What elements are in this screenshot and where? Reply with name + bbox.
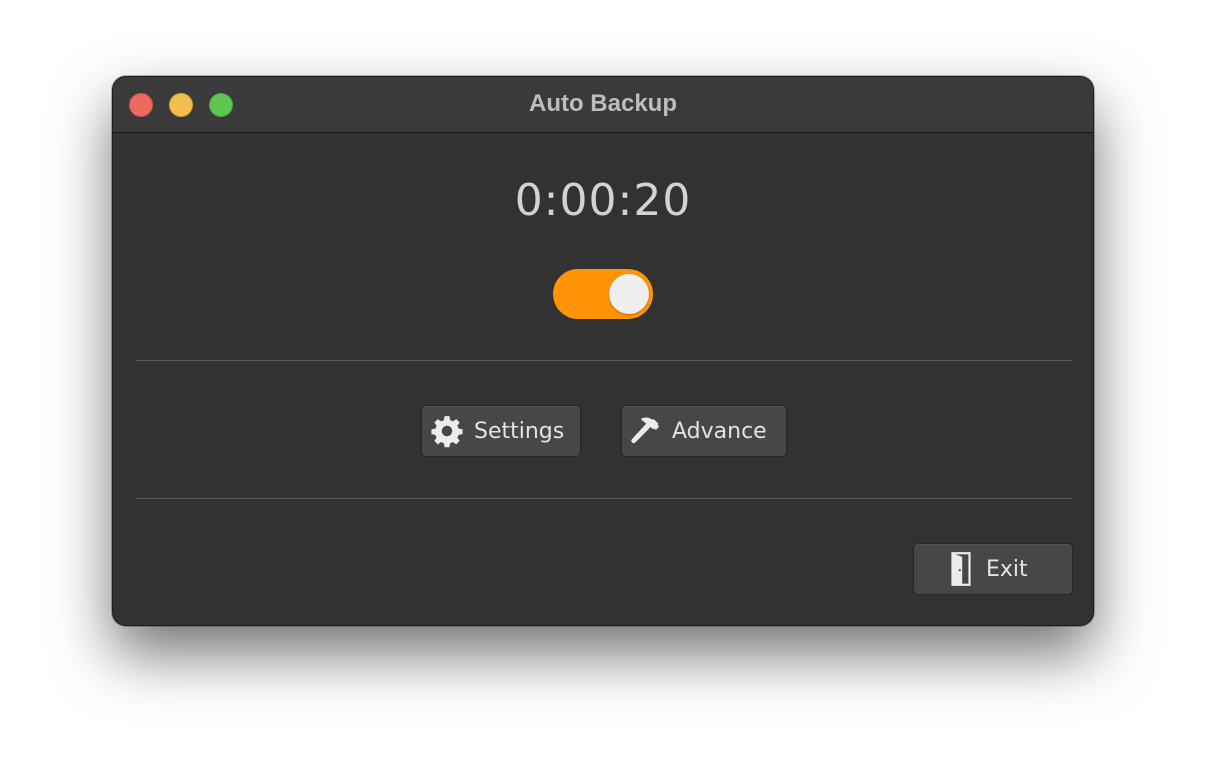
divider-top [135, 360, 1073, 361]
divider-bottom [135, 498, 1073, 499]
advance-button-label: Advance [672, 418, 767, 444]
exit-button[interactable]: Exit [913, 543, 1073, 595]
settings-button-label: Settings [474, 418, 565, 444]
toggle-knob [609, 274, 649, 314]
settings-button[interactable]: Settings [421, 405, 581, 457]
gear-icon [430, 414, 464, 448]
hammer-icon [628, 414, 662, 448]
exit-button-label: Exit [986, 556, 1028, 582]
advance-button[interactable]: Advance [621, 405, 787, 457]
app-window: Auto Backup 0:00:20 Settings Advance Exi… [112, 76, 1094, 626]
window-title: Auto Backup [528, 90, 677, 117]
backup-toggle-switch[interactable] [553, 269, 653, 319]
title-bar[interactable]: Auto Backup [113, 77, 1093, 133]
door-icon [948, 552, 974, 586]
countdown-timer: 0:00:20 [514, 175, 692, 226]
